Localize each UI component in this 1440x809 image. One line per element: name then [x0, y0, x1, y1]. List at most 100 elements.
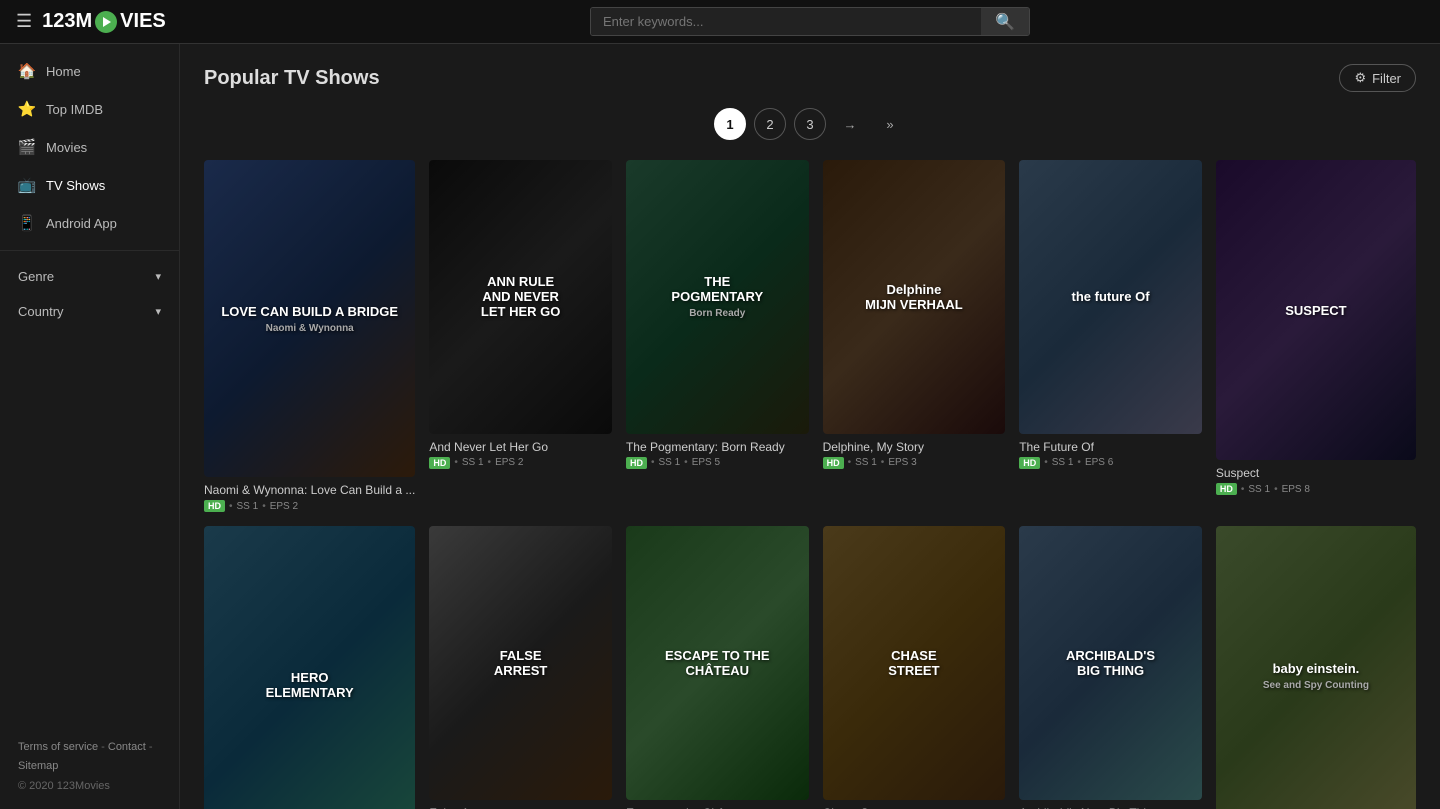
search-input[interactable] — [591, 8, 981, 35]
star-icon: ⭐ — [18, 100, 36, 118]
hd-badge: HD — [204, 500, 225, 512]
logo[interactable]: 123M VIES — [42, 10, 166, 33]
movie-card-11[interactable]: ARCHIBALD'SBIG THING Archibald's Next Bi… — [1019, 526, 1202, 809]
season-text: SS 1 — [658, 457, 680, 468]
sidebar-item-movies[interactable]: 🎬 Movies — [0, 128, 179, 166]
meta-dot-2: • — [1274, 484, 1278, 495]
search-button[interactable]: 🔍 — [981, 8, 1029, 35]
hd-badge: HD — [1019, 457, 1040, 469]
pagination: 1 2 3 → » — [204, 108, 1416, 140]
sidebar-label-movies: Movies — [46, 140, 87, 155]
poster-text-10: CHASESTREET — [880, 640, 947, 686]
movie-title-3: The Pogmentary: Born Ready — [626, 440, 809, 454]
movie-card-4[interactable]: DelphineMIJN VERHAAL Delphine, My Story … — [823, 160, 1006, 512]
search-bar: 🔍 — [196, 7, 1424, 36]
episode-text: EPS 6 — [1085, 457, 1113, 468]
movie-card-6[interactable]: SUSPECT Suspect HD • SS 1 • EPS 8 — [1216, 160, 1416, 512]
header: ☰ 123M VIES 🔍 — [0, 0, 1440, 44]
genre-accordion[interactable]: Genre ▾ — [0, 259, 179, 294]
movie-meta-3: HD • SS 1 • EPS 5 — [626, 457, 809, 469]
movie-card-9[interactable]: ESCAPE TO THECHÂTEAU Escape to the Châte… — [626, 526, 809, 809]
genre-chevron-icon: ▾ — [155, 270, 161, 283]
sidebar-label-tv-shows: TV Shows — [46, 178, 105, 193]
sidebar-label-android-app: Android App — [46, 216, 117, 231]
android-icon: 📱 — [18, 214, 36, 232]
episode-text: EPS 3 — [888, 457, 916, 468]
page-btn-next[interactable]: → — [834, 108, 866, 140]
meta-dot: • — [229, 501, 233, 512]
logo-vies: VIES — [120, 10, 166, 33]
poster-text-1: LOVE CAN BUILD A BRIDGENaomi & Wynonna — [213, 296, 406, 342]
movie-poster-7: HEROELEMENTARY — [204, 526, 415, 809]
movie-card-12[interactable]: baby einstein.See and Spy Counting Baby … — [1216, 526, 1416, 809]
movie-card-1[interactable]: LOVE CAN BUILD A BRIDGENaomi & Wynonna N… — [204, 160, 415, 512]
meta-dot: • — [1241, 484, 1245, 495]
movie-meta-5: HD • SS 1 • EPS 6 — [1019, 457, 1202, 469]
movie-poster-2: ANN RULEAND NEVERLET HER GO — [429, 160, 612, 434]
filter-icon: ⚙ — [1354, 70, 1366, 86]
sidebar-label-top-imdb: Top IMDB — [46, 102, 103, 117]
footer-dash-2: - — [149, 741, 153, 753]
country-label: Country — [18, 304, 64, 319]
page-btn-3[interactable]: 3 — [794, 108, 826, 140]
movie-poster-8: FALSEARREST — [429, 526, 612, 800]
filter-button[interactable]: ⚙ Filter — [1339, 64, 1416, 92]
movie-card-8[interactable]: FALSEARREST False Arrest HD • SS 1 • EPS… — [429, 526, 612, 809]
season-text: SS 1 — [462, 457, 484, 468]
sidebar-nav: 🏠 Home ⭐ Top IMDB 🎬 Movies 📺 TV Shows 📱 … — [0, 52, 179, 242]
movie-meta-4: HD • SS 1 • EPS 3 — [823, 457, 1006, 469]
sidebar-item-top-imdb[interactable]: ⭐ Top IMDB — [0, 90, 179, 128]
meta-dot-2: • — [488, 457, 492, 468]
movie-title-4: Delphine, My Story — [823, 440, 1006, 454]
episode-text: EPS 2 — [495, 457, 523, 468]
movie-poster-10: CHASESTREET — [823, 526, 1006, 800]
movie-meta-2: HD • SS 1 • EPS 2 — [429, 457, 612, 469]
sidebar-label-home: Home — [46, 64, 81, 79]
movie-info-3: The Pogmentary: Born Ready HD • SS 1 • E… — [626, 440, 809, 469]
movie-info-2: And Never Let Her Go HD • SS 1 • EPS 2 — [429, 440, 612, 469]
sitemap-link[interactable]: Sitemap — [18, 760, 58, 772]
movie-info-5: The Future Of HD • SS 1 • EPS 6 — [1019, 440, 1202, 469]
body-wrap: 🏠 Home ⭐ Top IMDB 🎬 Movies 📺 TV Shows 📱 … — [0, 44, 1440, 809]
movie-info-6: Suspect HD • SS 1 • EPS 8 — [1216, 466, 1416, 495]
sidebar-item-home[interactable]: 🏠 Home — [0, 52, 179, 90]
meta-dot: • — [454, 457, 458, 468]
page-title-row: Popular TV Shows ⚙ Filter — [204, 64, 1416, 92]
sidebar-divider-1 — [0, 250, 179, 251]
movie-card-10[interactable]: CHASESTREET Chase Street HD • SS 1 • EPS… — [823, 526, 1006, 809]
movie-poster-9: ESCAPE TO THECHÂTEAU — [626, 526, 809, 800]
movie-card-2[interactable]: ANN RULEAND NEVERLET HER GO And Never Le… — [429, 160, 612, 512]
movie-poster-5: the future Of — [1019, 160, 1202, 434]
sidebar-item-android-app[interactable]: 📱 Android App — [0, 204, 179, 242]
page-btn-1[interactable]: 1 — [714, 108, 746, 140]
hd-badge: HD — [1216, 483, 1237, 495]
country-accordion[interactable]: Country ▾ — [0, 294, 179, 329]
logo-123: 123M — [42, 10, 92, 33]
movie-info-1: Naomi & Wynonna: Love Can Build a ... HD… — [204, 483, 415, 512]
hamburger-icon[interactable]: ☰ — [16, 11, 32, 32]
movie-card-7[interactable]: HEROELEMENTARY Hero Elementary HD • SS 1… — [204, 526, 415, 809]
movie-title-6: Suspect — [1216, 466, 1416, 480]
season-text: SS 1 — [237, 501, 259, 512]
season-text: SS 1 — [855, 457, 877, 468]
episode-text: EPS 5 — [692, 457, 720, 468]
page-btn-2[interactable]: 2 — [754, 108, 786, 140]
contact-link[interactable]: Contact — [108, 741, 146, 753]
film-icon: 🎬 — [18, 138, 36, 156]
movie-card-3[interactable]: THEPOGMENTARYBorn Ready The Pogmentary: … — [626, 160, 809, 512]
episode-text: EPS 2 — [270, 501, 298, 512]
season-text: SS 1 — [1052, 457, 1074, 468]
meta-dot-2: • — [1077, 457, 1081, 468]
poster-text-7: HEROELEMENTARY — [258, 662, 362, 708]
movie-card-5[interactable]: the future Of The Future Of HD • SS 1 • … — [1019, 160, 1202, 512]
poster-text-12: baby einstein.See and Spy Counting — [1255, 653, 1377, 699]
page-btn-last[interactable]: » — [874, 108, 906, 140]
terms-link[interactable]: Terms of service — [18, 741, 98, 753]
meta-dot: • — [848, 457, 852, 468]
sidebar-footer: Terms of service - Contact - Sitemap © 2… — [0, 726, 179, 809]
page-title: Popular TV Shows — [204, 67, 380, 90]
copyright-text: © 2020 123Movies — [18, 780, 110, 792]
movie-title-2: And Never Let Her Go — [429, 440, 612, 454]
poster-text-8: FALSEARREST — [486, 640, 555, 686]
sidebar-item-tv-shows[interactable]: 📺 TV Shows — [0, 166, 179, 204]
